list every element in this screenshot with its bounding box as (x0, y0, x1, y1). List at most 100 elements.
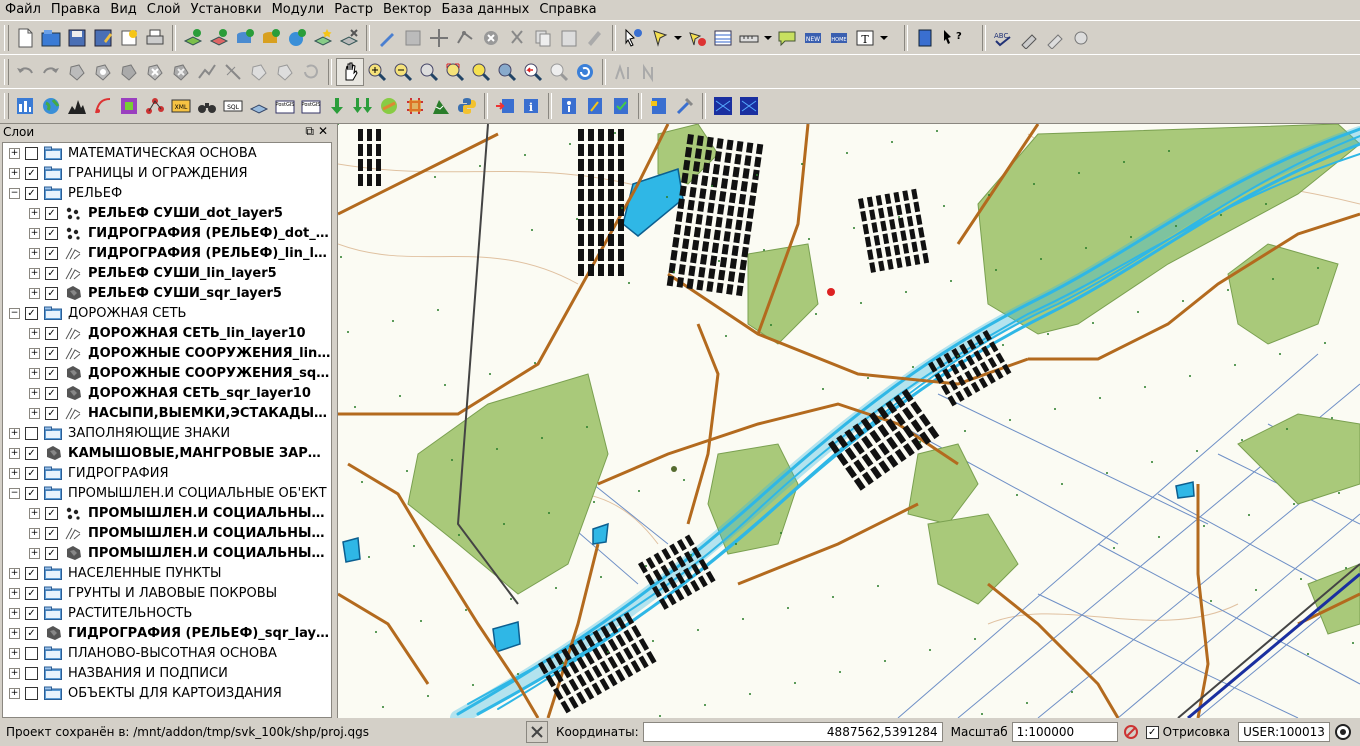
layer-visibility-checkbox[interactable]: ✓ (45, 286, 58, 300)
raster-calc-icon[interactable] (116, 93, 142, 119)
add-postgis-layer-icon[interactable] (232, 25, 258, 51)
layer-visibility-checkbox[interactable] (25, 426, 38, 440)
layer-row[interactable]: + ЗАПОЛНЯЮЩИЕ ЗНАКИ (3, 423, 331, 443)
paste-features-icon[interactable] (556, 25, 582, 51)
select-features-icon[interactable] (646, 25, 672, 51)
layer-row[interactable]: + ✓ ГИДРОГРАФИЯ (3, 463, 331, 483)
refresh-icon[interactable] (572, 59, 598, 85)
simplify-feature-icon[interactable] (64, 59, 90, 85)
info-check-icon[interactable] (608, 93, 634, 119)
menu-item[interactable]: Справка (534, 0, 601, 20)
cut-features-icon[interactable] (504, 25, 530, 51)
split-features-icon[interactable] (220, 59, 246, 85)
zoom-full-icon[interactable] (442, 59, 468, 85)
layer-visibility-checkbox[interactable] (25, 686, 38, 700)
expand-toggle-icon[interactable]: + (9, 607, 20, 619)
expand-toggle-icon[interactable]: + (29, 367, 40, 379)
layer-row[interactable]: + ✓ ПРОМЫШЛЕН.И СОЦИАЛЬНЫЕ О... (3, 523, 331, 543)
new-bookmark-icon[interactable]: NEW (800, 25, 826, 51)
expand-toggle-icon[interactable]: + (9, 427, 20, 439)
vector-tools-icon[interactable] (90, 93, 116, 119)
layer-row[interactable]: − ✓ ДОРОЖНАЯ СЕТЬ (3, 303, 331, 323)
layer-row[interactable]: − ✓ ПРОМЫШЛЕН.И СОЦИАЛЬНЫЕ ОБ'ЕКТ (3, 483, 331, 503)
reshape-icon[interactable] (194, 59, 220, 85)
add-ring-icon[interactable] (90, 59, 116, 85)
layer-visibility-checkbox[interactable]: ✓ (25, 566, 38, 580)
layer-visibility-checkbox[interactable]: ✓ (45, 266, 58, 280)
layer-row[interactable]: + ✓ РАСТИТЕЛЬНОСТЬ (3, 603, 331, 623)
info-tool-icon[interactable]: i (518, 93, 544, 119)
layer-visibility-checkbox[interactable]: ✓ (25, 166, 38, 180)
postgis-export-icon[interactable]: PostGIS (298, 93, 324, 119)
add-wms-layer-icon[interactable] (284, 25, 310, 51)
menu-item[interactable]: Правка (46, 0, 105, 20)
histogram-icon[interactable] (12, 93, 38, 119)
layer-visibility-checkbox[interactable] (25, 646, 38, 660)
layer-visibility-checkbox[interactable]: ✓ (25, 486, 38, 500)
layer-visibility-checkbox[interactable]: ✓ (25, 306, 38, 320)
expand-toggle-icon[interactable]: + (29, 547, 40, 559)
expand-toggle-icon[interactable]: + (9, 147, 20, 159)
float-panel-icon[interactable]: ⧉ (305, 124, 314, 139)
network-icon[interactable] (142, 93, 168, 119)
layer-visibility-checkbox[interactable]: ✓ (45, 246, 58, 260)
menu-item[interactable]: Растр (329, 0, 378, 20)
expand-toggle-icon[interactable]: + (29, 227, 40, 239)
zoom-next-icon[interactable] (546, 59, 572, 85)
messages-icon[interactable] (526, 721, 548, 743)
pan-icon[interactable] (336, 58, 364, 86)
rotate-symbols-icon[interactable] (298, 59, 324, 85)
layer-visibility-checkbox[interactable]: ✓ (25, 586, 38, 600)
layer-row[interactable]: − ✓ РЕЛЬЕФ (3, 183, 331, 203)
binoculars-icon[interactable] (194, 93, 220, 119)
zoom-native-icon[interactable] (416, 59, 442, 85)
delete-part-icon[interactable] (168, 59, 194, 85)
expand-toggle-icon[interactable]: + (9, 647, 20, 659)
layer-visibility-checkbox[interactable]: ✓ (25, 626, 38, 640)
expand-toggle-icon[interactable]: + (29, 267, 40, 279)
plugin-tool-icon[interactable] (1016, 25, 1042, 51)
info-arrow-icon[interactable] (492, 93, 518, 119)
close-panel-icon[interactable]: ✕ (318, 124, 328, 139)
new-vector-layer-icon[interactable] (310, 25, 336, 51)
expand-toggle-icon[interactable]: − (9, 187, 20, 199)
expand-toggle-icon[interactable]: − (9, 487, 20, 499)
text-annotation-icon[interactable]: T (852, 25, 878, 51)
expand-toggle-icon[interactable]: + (9, 587, 20, 599)
expand-toggle-icon[interactable]: + (9, 467, 20, 479)
expand-toggle-icon[interactable]: + (29, 347, 40, 359)
chevron-down-icon[interactable] (878, 25, 890, 51)
add-part-icon[interactable] (116, 59, 142, 85)
layer-row[interactable]: + ✓ НАСЕЛЕННЫЕ ПУНКТЫ (3, 563, 331, 583)
layer-row[interactable]: + ✓ НАСЫПИ,ВЫЕМКИ,ЭСТАКАДЫ_lin... (3, 403, 331, 423)
delete-selected-icon[interactable] (478, 25, 504, 51)
layer-row[interactable]: + ПЛАНОВО-ВЫСОТНАЯ ОСНОВА (3, 643, 331, 663)
info-edit-icon[interactable] (582, 93, 608, 119)
layer-visibility-checkbox[interactable]: ✓ (45, 226, 58, 240)
layer-blue-2-icon[interactable] (736, 93, 762, 119)
print-icon[interactable] (142, 25, 168, 51)
layer-visibility-checkbox[interactable]: ✓ (45, 346, 58, 360)
layer-row[interactable]: + ✓ ДОРОЖНЫЕ СООРУЖЕНИЯ_lin_la... (3, 343, 331, 363)
merge-attributes-icon[interactable] (272, 59, 298, 85)
layer-visibility-checkbox[interactable]: ✓ (25, 186, 38, 200)
profile-icon[interactable] (64, 93, 90, 119)
layer-visibility-checkbox[interactable]: ✓ (45, 366, 58, 380)
new-project-icon[interactable] (12, 25, 38, 51)
expand-toggle-icon[interactable]: + (9, 167, 20, 179)
layer-visibility-checkbox[interactable]: ✓ (45, 526, 58, 540)
toggle-editing-icon[interactable] (374, 25, 400, 51)
layer-row[interactable]: + ✓ ДОРОЖНАЯ СЕТЬ_sqr_layer10 (3, 383, 331, 403)
layer-visibility-checkbox[interactable] (25, 666, 38, 680)
layer-row[interactable]: + НАЗВАНИЯ И ПОДПИСИ (3, 663, 331, 683)
crs-status-icon[interactable] (1334, 723, 1352, 741)
expand-toggle-icon[interactable]: + (29, 207, 40, 219)
layer-row[interactable]: + ✓ ДОРОЖНАЯ СЕТЬ_lin_layer10 (3, 323, 331, 343)
postgis-import-icon[interactable]: PostGIS (272, 93, 298, 119)
new-print-composer-icon[interactable] (116, 25, 142, 51)
layer-row[interactable]: + ОБЪЕКТЫ ДЛЯ КАРТОИЗДАНИЯ (3, 683, 331, 703)
expand-toggle-icon[interactable]: + (29, 327, 40, 339)
expand-toggle-icon[interactable]: + (9, 447, 20, 459)
deselect-icon[interactable] (684, 25, 710, 51)
copy-features-icon[interactable] (530, 25, 556, 51)
